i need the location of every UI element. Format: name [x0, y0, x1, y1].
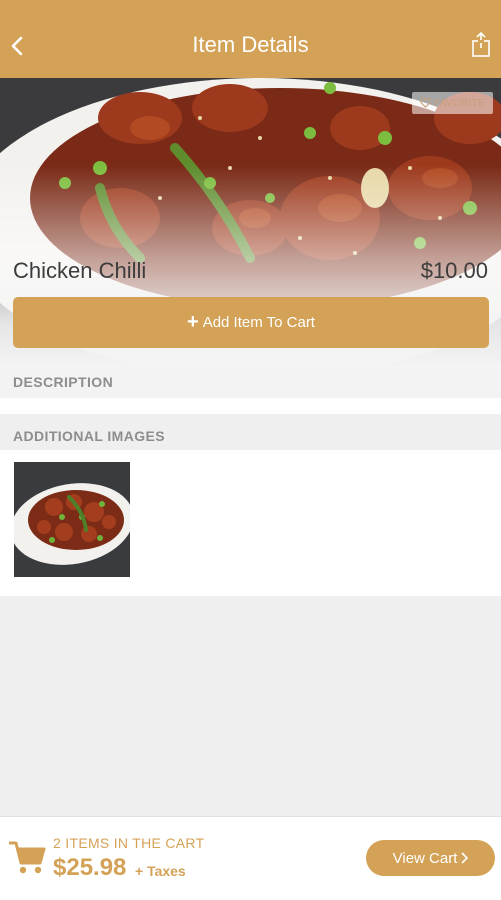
heart-icon [419, 98, 431, 108]
taxes-label: + Taxes [135, 863, 186, 879]
item-name: Chicken Chilli [13, 258, 147, 283]
favorite-label: FAVORITE [433, 97, 485, 109]
description-body [0, 398, 501, 414]
cart-footer: 2 ITEMS IN THE CART $25.98 + Taxes View … [0, 816, 501, 900]
add-to-cart-label: Add Item To Cart [202, 314, 315, 331]
item-price: $10.00 [420, 258, 488, 283]
chevron-right-icon [461, 852, 469, 864]
cart-item-count: 2 ITEMS IN THE CART [53, 835, 205, 851]
plus-icon: + [187, 311, 199, 333]
add-to-cart-button[interactable]: + Add Item To Cart [13, 297, 489, 348]
additional-images-list [0, 450, 501, 596]
view-cart-button[interactable]: View Cart [366, 840, 495, 876]
share-icon [472, 31, 490, 57]
cart-total: $25.98 [53, 854, 127, 881]
additional-images-label: ADDITIONAL IMAGES [13, 428, 165, 444]
favorite-button[interactable]: FAVORITE [411, 92, 493, 114]
additional-images-header: ADDITIONAL IMAGES [0, 416, 501, 450]
view-cart-label: View Cart [392, 849, 458, 867]
description-label: DESCRIPTION [13, 374, 114, 390]
additional-image-thumbnail[interactable] [14, 462, 130, 577]
share-button[interactable] [469, 30, 493, 60]
shopping-cart-icon [9, 841, 46, 874]
header-bar: Item Details [0, 0, 501, 78]
page-title: Item Details [192, 32, 309, 57]
description-header: DESCRIPTION [0, 368, 501, 398]
item-hero: FAVORITE Chicken Chilli $10.00 + Add Ite… [0, 78, 501, 368]
food-thumbnail [14, 462, 130, 577]
